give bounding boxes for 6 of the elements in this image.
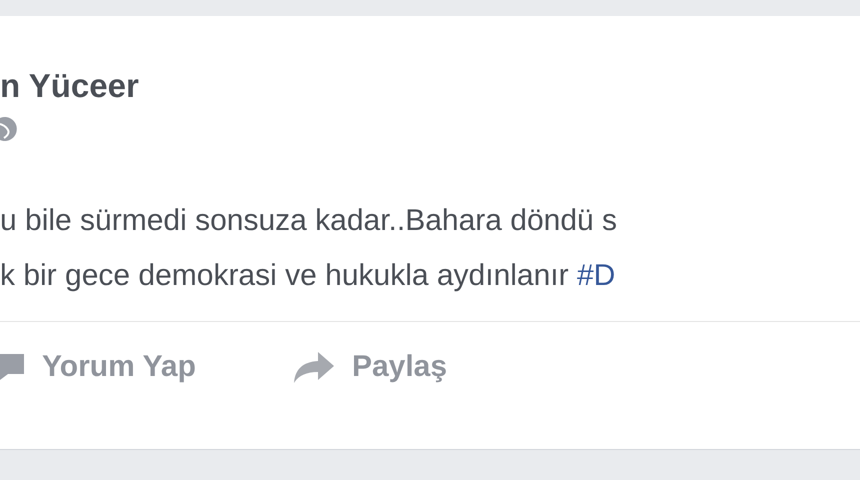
hashtag-link[interactable]: #D — [576, 259, 616, 292]
post-text-line: k bir gece demokrasi ve hukukla aydınlanır #D — [0, 258, 616, 294]
post-text-line: u bile sürmedi sonsuza kadar..Bahara döndü s — [0, 203, 618, 239]
author-name[interactable]: n Yüceer — [0, 66, 860, 106]
speech-bubble-icon — [0, 352, 26, 382]
share-arrow-icon — [292, 350, 336, 384]
